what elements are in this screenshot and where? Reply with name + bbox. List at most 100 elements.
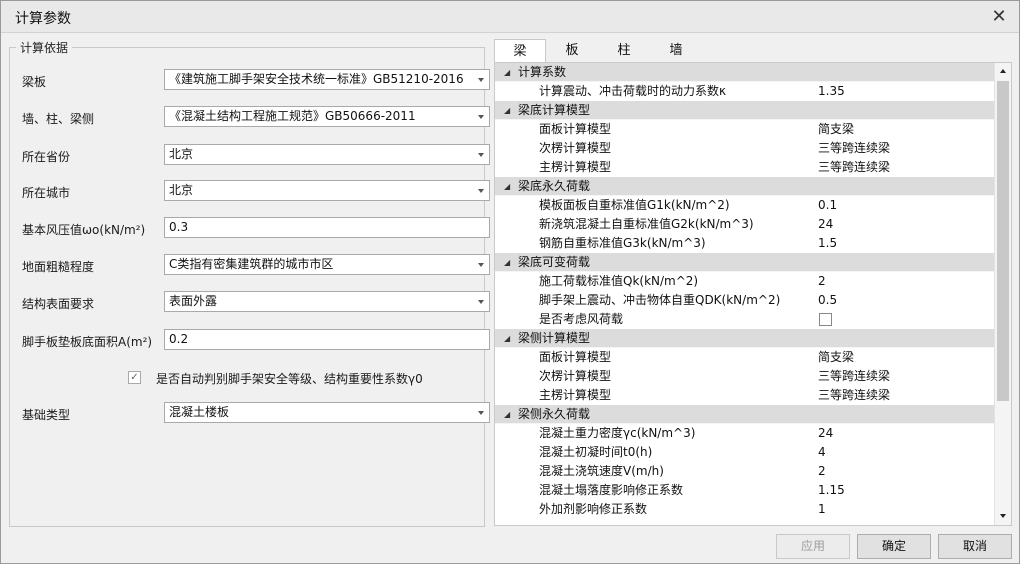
property-value[interactable]: 1.15 (818, 481, 845, 500)
property-label: 主楞计算模型 (539, 160, 612, 174)
grid-property-row[interactable]: 面板计算模型 简支梁 (495, 348, 995, 367)
tab-wall[interactable]: 墙 (650, 39, 702, 63)
tab-beam[interactable]: 梁 (494, 39, 546, 64)
vertical-scrollbar[interactable] (994, 63, 1011, 525)
field-roughness: 地面粗糙程度 C类指有密集建筑群的城市市区 (22, 254, 490, 276)
collapse-icon[interactable]: ◢ (504, 253, 510, 272)
grid-property-row[interactable]: 钢筋自重标准值G3k(kN/m^3) 1.5 (495, 234, 995, 253)
property-label: 混凝土塌落度影响修正系数 (539, 483, 684, 497)
grid-property-row[interactable]: 新浇筑混凝土自重标准值G2k(kN/m^3) 24 (495, 215, 995, 234)
chevron-down-icon (478, 300, 484, 304)
grid-category-row[interactable]: ◢ 梁底可变荷载 (495, 253, 995, 272)
grid-property-row[interactable]: 面板计算模型 简支梁 (495, 120, 995, 139)
grid-property-row[interactable]: 混凝土初凝时间t0(h) 4 (495, 443, 995, 462)
scroll-up-button[interactable] (995, 63, 1011, 80)
grid-property-row[interactable]: 混凝土重力密度γc(kN/m^3) 24 (495, 424, 995, 443)
property-label: 面板计算模型 (539, 122, 612, 136)
tab-slab[interactable]: 板 (546, 39, 598, 63)
grid-property-row[interactable]: 主楞计算模型 三等跨连续梁 (495, 386, 995, 405)
field-beam-slab: 梁板 《建筑施工脚手架安全技术统一标准》GB51210-2016 (22, 69, 490, 91)
property-label: 模板面板自重标准值G1k(kN/m^2) (539, 198, 730, 212)
collapse-icon[interactable]: ◢ (504, 405, 510, 424)
property-value[interactable]: 24 (818, 215, 833, 234)
property-value[interactable]: 1 (818, 500, 826, 519)
field-label: 梁板 (22, 75, 47, 89)
grid-property-row[interactable]: 模板面板自重标准值G1k(kN/m^2) 0.1 (495, 196, 995, 215)
pad-area-input[interactable]: 0.2 (164, 329, 490, 350)
property-label: 计算震动、冲击荷载时的动力系数κ (539, 84, 727, 98)
category-label: 梁底计算模型 (518, 103, 591, 117)
property-value[interactable]: 0.5 (818, 291, 837, 310)
property-value[interactable]: 4 (818, 443, 826, 462)
property-value[interactable]: 1.35 (818, 82, 845, 101)
property-label: 钢筋自重标准值G3k(kN/m^3) (539, 236, 706, 250)
property-value[interactable]: 0.1 (818, 196, 837, 215)
grid-category-row[interactable]: ◢ 梁侧永久荷载 (495, 405, 995, 424)
property-label: 混凝土重力密度γc(kN/m^3) (539, 426, 696, 440)
apply-button[interactable]: 应用 (776, 534, 850, 559)
scroll-down-button[interactable] (995, 508, 1011, 525)
property-value[interactable]: 24 (818, 424, 833, 443)
cancel-button[interactable]: 取消 (938, 534, 1012, 559)
grid-property-row[interactable]: 是否考虑风荷载 (495, 310, 995, 329)
property-value[interactable]: 简支梁 (818, 348, 854, 367)
surface-select[interactable]: 表面外露 (164, 291, 490, 312)
auto-judge-checkbox[interactable]: ✓ (128, 371, 141, 384)
grid-category-row[interactable]: ◢ 梁底计算模型 (495, 101, 995, 120)
property-value[interactable]: 1.5 (818, 234, 837, 253)
property-value[interactable]: 简支梁 (818, 120, 854, 139)
province-select[interactable]: 北京 (164, 144, 490, 165)
field-label: 脚手板垫板底面积A(m²) (22, 335, 153, 349)
grid-property-row[interactable]: 次楞计算模型 三等跨连续梁 (495, 367, 995, 386)
roughness-select[interactable]: C类指有密集建筑群的城市市区 (164, 254, 490, 275)
grid-property-row[interactable]: 施工荷载标准值Qk(kN/m^2) 2 (495, 272, 995, 291)
title-bar: 计算参数 ✕ (1, 1, 1019, 33)
field-foundation: 基础类型 混凝土楼板 (22, 402, 490, 424)
property-label: 混凝土初凝时间t0(h) (539, 445, 653, 459)
wall-column-select[interactable]: 《混凝土结构工程施工规范》GB50666-2011 (164, 106, 490, 127)
grid-property-row[interactable]: 混凝土塌落度影响修正系数 1.15 (495, 481, 995, 500)
property-value[interactable]: 2 (818, 272, 826, 291)
grid-property-row[interactable]: 混凝土浇筑速度V(m/h) 2 (495, 462, 995, 481)
property-label: 新浇筑混凝土自重标准值G2k(kN/m^3) (539, 217, 754, 231)
property-value[interactable]: 三等跨连续梁 (818, 139, 890, 158)
field-label: 所在城市 (22, 186, 71, 200)
property-value[interactable]: 三等跨连续梁 (818, 158, 890, 177)
property-label: 外加剂影响修正系数 (539, 502, 648, 516)
field-province: 所在省份 北京 (22, 144, 490, 166)
collapse-icon[interactable]: ◢ (504, 329, 510, 348)
property-label: 混凝土浇筑速度V(m/h) (539, 464, 664, 478)
field-label: 基本风压值ωo(kN/m²) (22, 223, 146, 237)
property-grid-rows: ◢ 计算系数 计算震动、冲击荷载时的动力系数κ 1.35 ◢ 梁底计算模型 面板计算模型 简支… (495, 63, 995, 525)
ok-button[interactable]: 确定 (857, 534, 931, 559)
grid-property-row[interactable]: 次楞计算模型 三等跨连续梁 (495, 139, 995, 158)
field-label: 基础类型 (22, 408, 71, 422)
chevron-down-icon (478, 78, 484, 82)
chevron-down-icon (478, 411, 484, 415)
property-value[interactable]: 三等跨连续梁 (818, 386, 890, 405)
collapse-icon[interactable]: ◢ (504, 63, 510, 82)
wind-load-checkbox[interactable] (819, 313, 832, 326)
grid-category-row[interactable]: ◢ 梁侧计算模型 (495, 329, 995, 348)
grid-category-row[interactable]: ◢ 计算系数 (495, 63, 995, 82)
field-label: 结构表面要求 (22, 297, 95, 311)
grid-category-row[interactable]: ◢ 梁底永久荷载 (495, 177, 995, 196)
property-value[interactable]: 三等跨连续梁 (818, 367, 890, 386)
close-icon[interactable]: ✕ (987, 5, 1011, 29)
calc-params-dialog: 计算参数 ✕ 计算依据 梁板 《建筑施工脚手架安全技术统一标准》GB51210-… (0, 0, 1020, 564)
grid-property-row[interactable]: 计算震动、冲击荷载时的动力系数κ 1.35 (495, 82, 995, 101)
tab-column[interactable]: 柱 (598, 39, 650, 63)
wind-pressure-input[interactable]: 0.3 (164, 217, 490, 238)
collapse-icon[interactable]: ◢ (504, 177, 510, 196)
beam-slab-select[interactable]: 《建筑施工脚手架安全技术统一标准》GB51210-2016 (164, 69, 490, 90)
collapse-icon[interactable]: ◢ (504, 101, 510, 120)
field-surface: 结构表面要求 表面外露 (22, 291, 490, 313)
grid-property-row[interactable]: 脚手架上震动、冲击物体自重QDK(kN/m^2) 0.5 (495, 291, 995, 310)
property-value[interactable]: 2 (818, 462, 826, 481)
grid-property-row[interactable]: 主楞计算模型 三等跨连续梁 (495, 158, 995, 177)
grid-property-row[interactable]: 外加剂影响修正系数 1 (495, 500, 995, 519)
city-select[interactable]: 北京 (164, 180, 490, 201)
field-wind-pressure: 基本风压值ωo(kN/m²) 0.3 (22, 217, 490, 239)
scroll-thumb[interactable] (997, 81, 1009, 401)
foundation-select[interactable]: 混凝土楼板 (164, 402, 490, 423)
